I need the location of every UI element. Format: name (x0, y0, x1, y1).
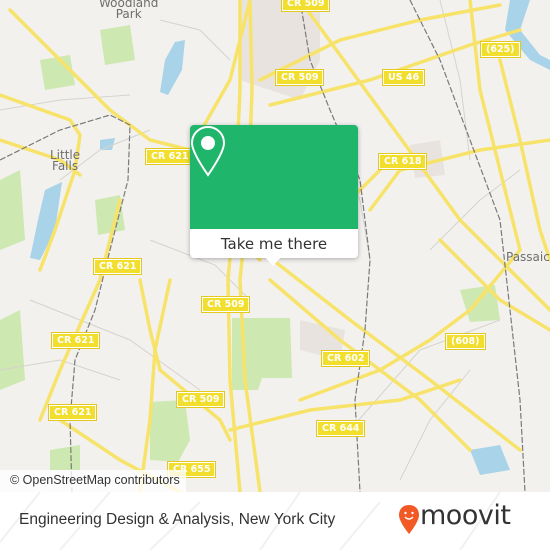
place-label-passaic: Passaic (506, 250, 550, 264)
park (150, 400, 190, 462)
pond (100, 138, 115, 150)
park (0, 310, 25, 390)
park (50, 445, 80, 470)
road-shield: CR 618 (377, 153, 428, 170)
road-shield: CR 509 (175, 391, 226, 408)
park (0, 170, 25, 250)
road-shield: CR 509 (274, 69, 325, 86)
road-shield: CR 509 (200, 296, 251, 313)
road-shield: US 46 (381, 69, 426, 86)
road-shield: (608) (445, 333, 486, 350)
park (100, 25, 135, 65)
place-label-woodland-park: Woodland Park (99, 0, 159, 21)
rail (409, 0, 526, 492)
footer-bar: Engineering Design & Analysis, New York … (0, 492, 550, 550)
road-shield: CR 602 (320, 350, 371, 367)
road (268, 278, 472, 452)
popup-header[interactable] (190, 125, 358, 229)
road-shield: CR 509 (280, 0, 331, 12)
moovit-logo-icon (399, 505, 419, 534)
attribution-text[interactable]: © OpenStreetMap contributors (10, 473, 180, 487)
road-shield: CR 621 (92, 258, 143, 275)
lake (160, 40, 185, 95)
road-shield: (625) (480, 41, 521, 58)
road-shield: CR 621 (50, 332, 101, 349)
park (460, 285, 500, 322)
map-canvas[interactable]: Woodland Park Little Falls Passaic CR 50… (0, 0, 550, 492)
road-shield: CR 621 (47, 404, 98, 421)
map-pin-icon (190, 125, 226, 177)
pond (470, 445, 510, 475)
moovit-brand: moovit (420, 500, 511, 531)
location-popup: Take me there (190, 125, 358, 266)
take-me-there-button[interactable]: Take me there (190, 229, 358, 258)
road (498, 58, 550, 262)
park (40, 55, 75, 90)
place-label-little-falls: Little Falls (50, 148, 81, 173)
road-shield: CR 644 (315, 420, 366, 437)
popup-tail (264, 256, 282, 266)
location-title: Engineering Design & Analysis, New York … (19, 511, 336, 528)
river (505, 0, 550, 70)
road-shield: CR 621 (144, 148, 195, 165)
map-attribution[interactable]: © OpenStreetMap contributors (0, 470, 186, 492)
